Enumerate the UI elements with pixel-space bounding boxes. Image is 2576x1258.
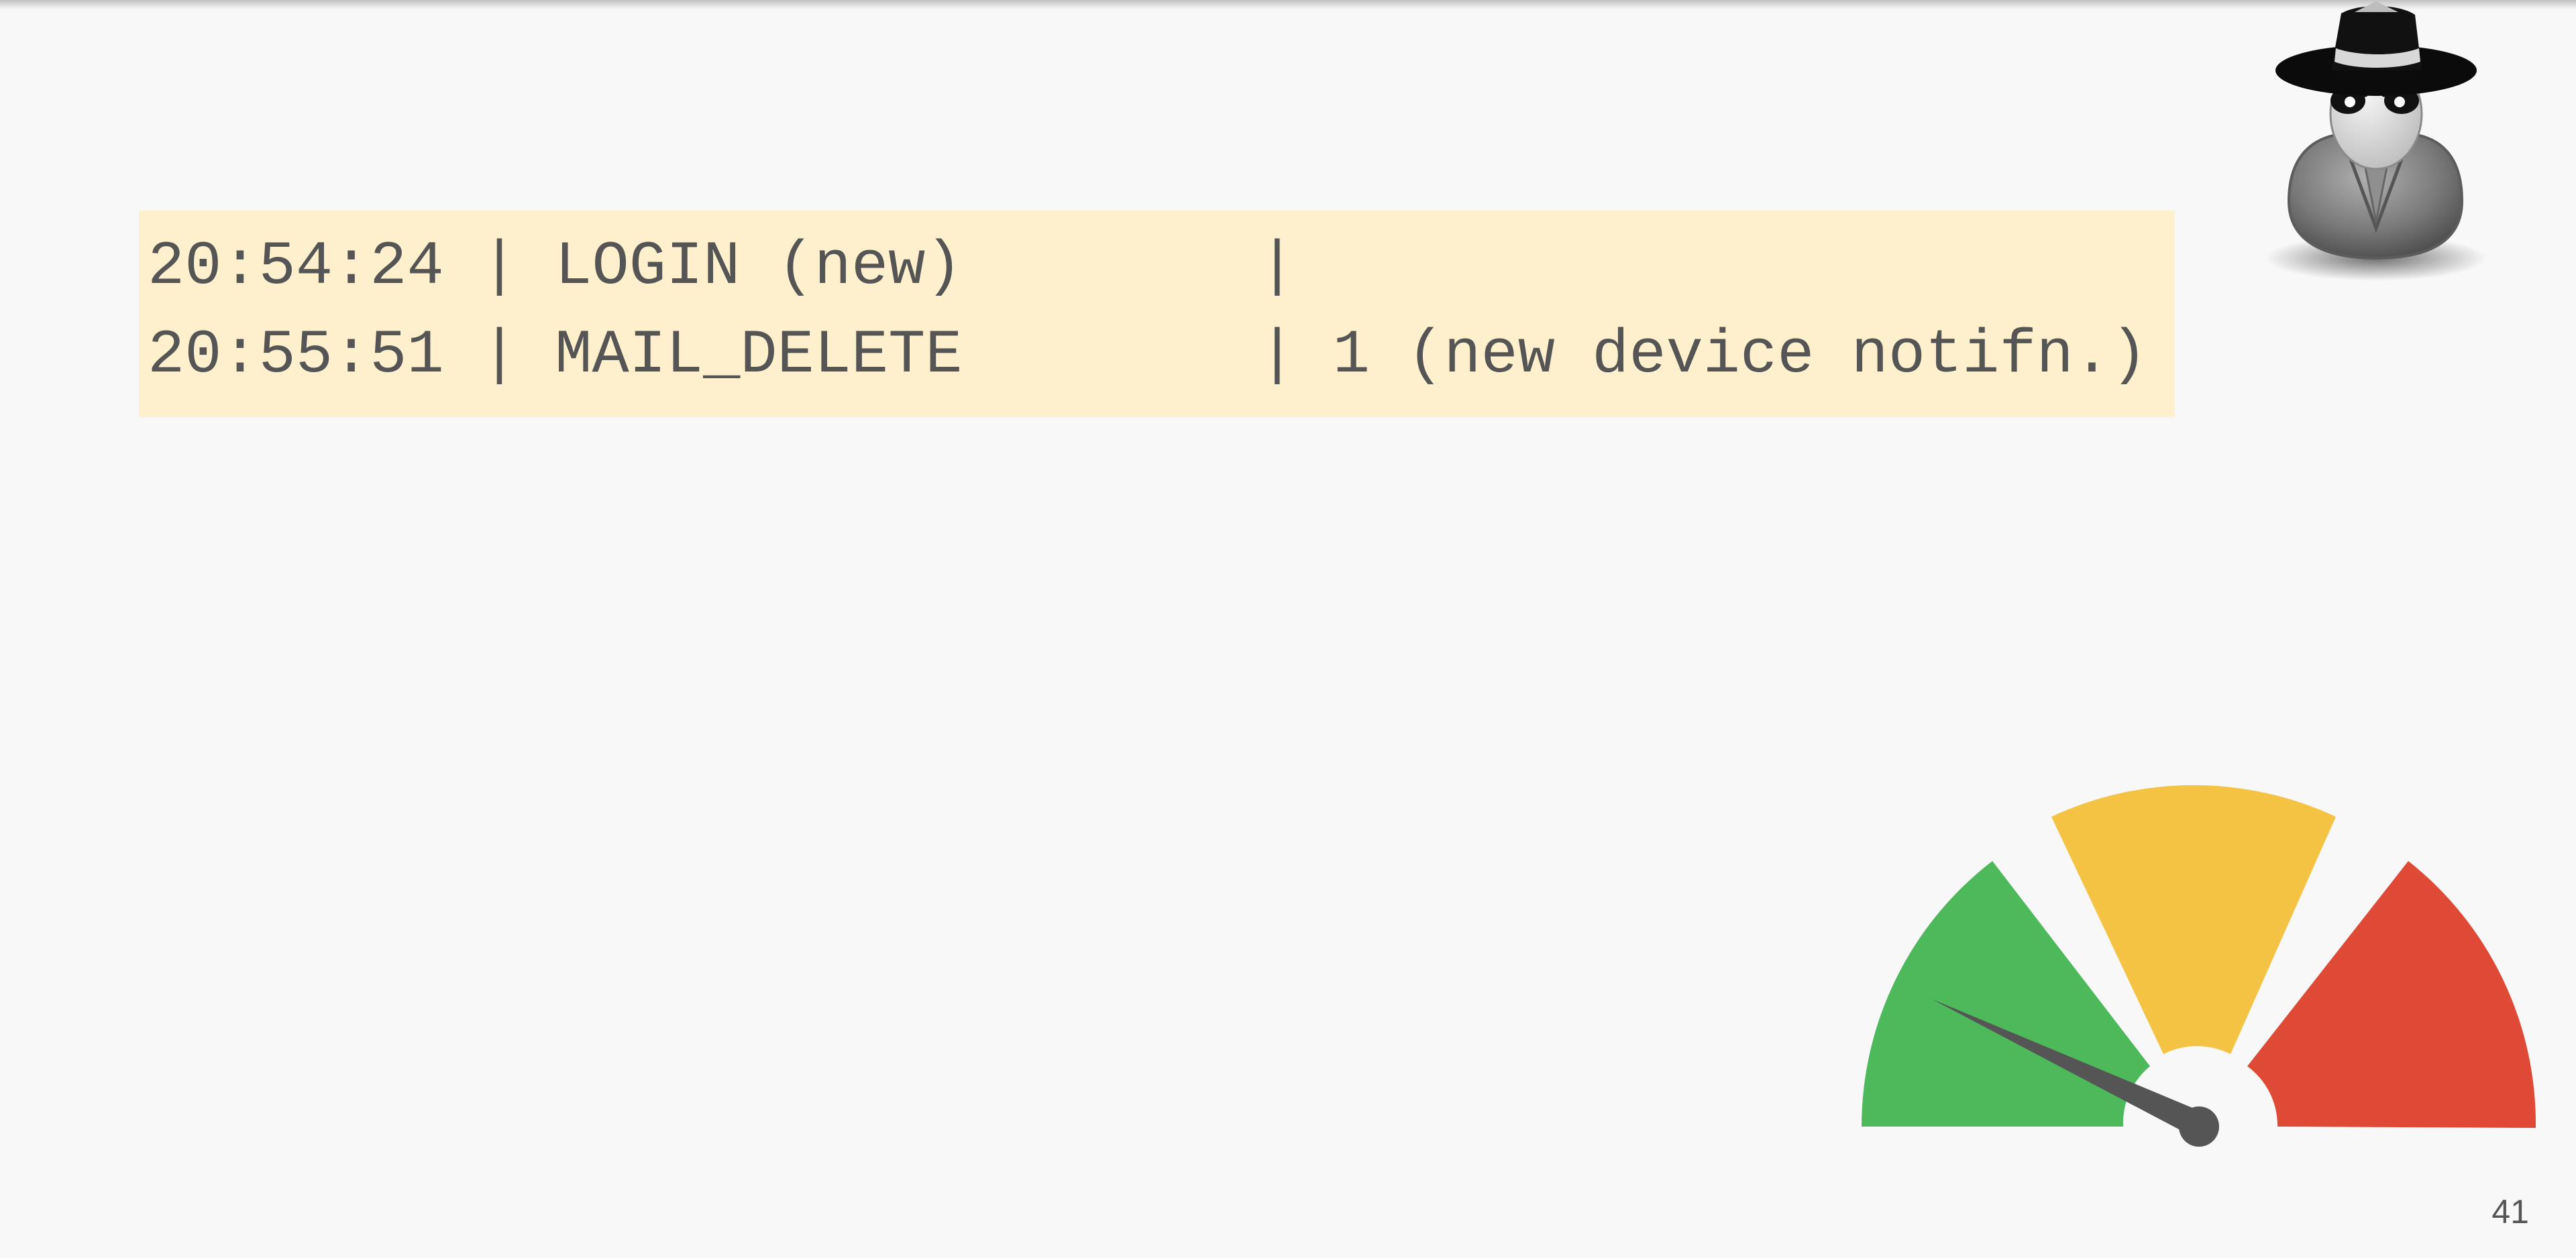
log-line-mail-delete: 20:55:51 | MAIL_DELETE | 1 (new device n… — [148, 320, 2148, 390]
spy-incognito-icon — [2265, 1, 2487, 281]
top-edge-shadow — [0, 0, 2576, 9]
gauge-needle-hub — [2179, 1106, 2219, 1147]
page-number: 41 — [2491, 1193, 2529, 1231]
log-line-login: 20:54:24 | LOGIN (new) | — [148, 231, 1296, 302]
log-highlight-box: 20:54:24 | LOGIN (new) | 20:55:51 | MAIL… — [139, 211, 2175, 417]
risk-gauge-icon — [1862, 785, 2536, 1147]
